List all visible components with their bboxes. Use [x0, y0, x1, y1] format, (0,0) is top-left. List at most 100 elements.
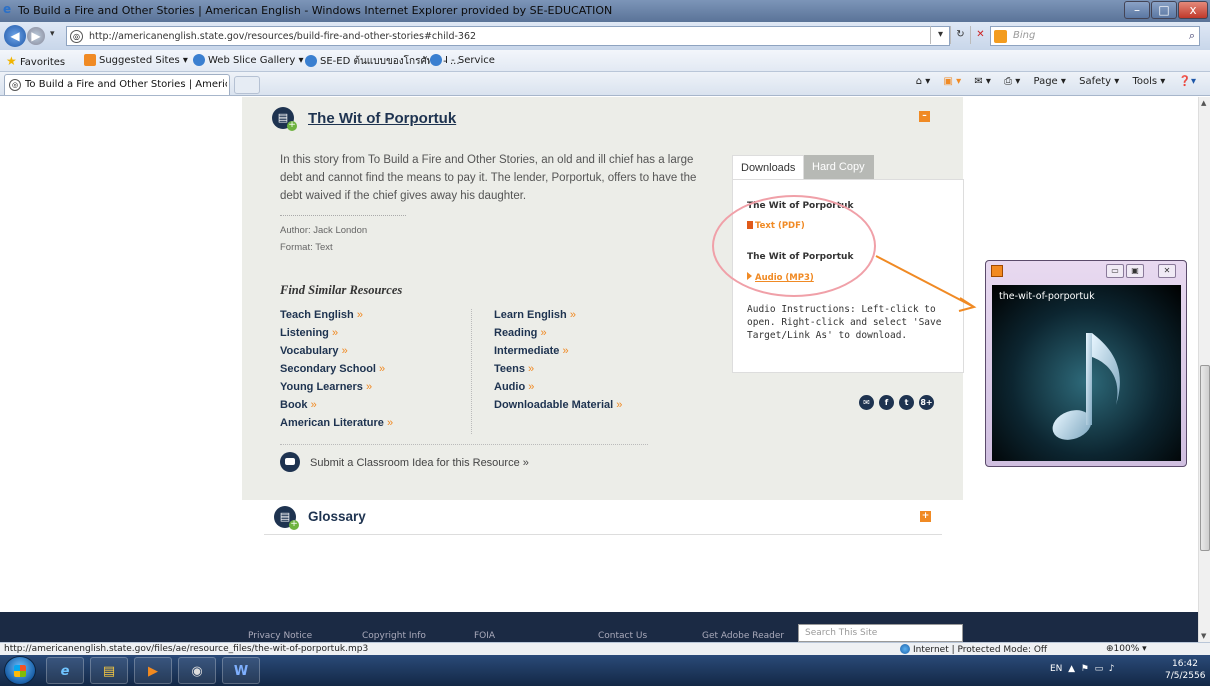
address-field[interactable]: ◎ http://americanenglish.state.gov/resou… [66, 26, 950, 46]
search-input[interactable]: Bing ⌕ [990, 26, 1200, 46]
site-favicon-icon: ◎ [9, 79, 21, 91]
command-bar: ⌂ ▾ ▣ ▾ ✉ ▾ ⎙ ▾ Page ▾ Safety ▾ Tools ▾ … [906, 76, 1196, 87]
ie-logo-icon: e [3, 2, 12, 16]
tools-menu[interactable]: Tools ▾ [1132, 76, 1165, 87]
taskbar: e ▤ ▶ ◉ W EN ▲ ⚑ ▭ ♪ 16:42 7/5/2556 [0, 655, 1210, 686]
browser-taskbar-icon[interactable]: ◉ [178, 657, 216, 684]
favorites-item-suggested[interactable]: Suggested Sites ▾ [84, 54, 188, 66]
scroll-down-icon[interactable]: ▼ [1201, 632, 1206, 640]
ie-taskbar-icon[interactable]: e [46, 657, 84, 684]
home-icon[interactable]: ⌂ ▾ [916, 76, 931, 87]
clock-time: 16:42 [1172, 659, 1198, 669]
back-button[interactable]: ◀ [4, 25, 26, 47]
footer-link-adobe[interactable]: Get Adobe Reader [702, 631, 784, 641]
safety-menu[interactable]: Safety ▾ [1079, 76, 1119, 87]
link-american-literature[interactable]: American Literature » [280, 417, 393, 435]
footer-link-privacy[interactable]: Privacy Notice [248, 631, 312, 641]
favorites-item-iservice[interactable]: I - Service [430, 54, 495, 66]
meta-divider [280, 215, 406, 216]
footer-link-foia[interactable]: FOIA [474, 631, 495, 641]
audio-instructions: Audio Instructions: Left-click to open. … [747, 304, 942, 341]
word-taskbar-icon[interactable]: W [222, 657, 260, 684]
link-downloadable-material[interactable]: Downloadable Material » [494, 399, 622, 417]
vertical-scrollbar[interactable]: ▲ ▼ [1198, 97, 1210, 642]
player-close-button[interactable]: ✕ [1158, 264, 1176, 278]
submit-idea-link[interactable]: Submit a Classroom Idea for this Resourc… [310, 457, 529, 469]
link-listening[interactable]: Listening » [280, 327, 393, 345]
link-reading[interactable]: Reading » [494, 327, 622, 345]
print-icon[interactable]: ⎙ ▾ [1004, 76, 1020, 87]
googleplus-share-icon[interactable]: 8+ [919, 395, 934, 410]
close-button[interactable]: x [1178, 1, 1208, 19]
search-icon[interactable]: ⌕ [1189, 29, 1195, 43]
tab-bar: ◎ To Build a Fire and Other Stories | Am… [0, 72, 1210, 96]
security-zone[interactable]: Internet | Protected Mode: Off [900, 644, 1047, 655]
facebook-share-icon[interactable]: f [879, 395, 894, 410]
find-similar-heading: Find Similar Resources [280, 283, 403, 297]
link-vocabulary[interactable]: Vocabulary » [280, 345, 393, 363]
link-audio[interactable]: Audio » [494, 381, 622, 399]
explorer-taskbar-icon[interactable]: ▤ [90, 657, 128, 684]
media-player-taskbar-icon[interactable]: ▶ [134, 657, 172, 684]
glossary-title[interactable]: Glossary [308, 509, 366, 524]
submit-divider [280, 444, 648, 445]
language-indicator[interactable]: EN [1050, 664, 1062, 674]
link-teens[interactable]: Teens » [494, 363, 622, 381]
favorites-bar: ★ Favorites Suggested Sites ▾ Web Slice … [0, 50, 1210, 72]
system-tray: EN ▲ ⚑ ▭ ♪ [1050, 664, 1115, 674]
favorites-item-web-slice[interactable]: Web Slice Gallery ▾ [193, 54, 304, 66]
clock[interactable]: 16:42 7/5/2556 [1165, 658, 1205, 682]
email-share-icon[interactable]: ✉ [859, 395, 874, 410]
expand-button[interactable]: + [920, 511, 931, 522]
resource-format: Format: Text [280, 242, 333, 253]
tab-downloads[interactable]: Downloads [732, 155, 804, 179]
music-note-icon [1052, 333, 1120, 440]
scrollbar-thumb[interactable] [1200, 365, 1210, 551]
start-button[interactable] [4, 656, 36, 685]
maximize-button[interactable]: □ [1151, 1, 1177, 19]
new-tab-button[interactable] [234, 76, 260, 94]
suggested-sites-icon [84, 54, 96, 66]
globe-icon [900, 644, 910, 654]
scroll-up-icon[interactable]: ▲ [1201, 99, 1206, 107]
search-placeholder: Bing [1013, 30, 1036, 41]
address-dropdown-icon[interactable]: ▾ [930, 26, 950, 44]
refresh-icon[interactable]: ↻ [950, 26, 970, 44]
address-toolbar: ◀ ▶ ▾ ◎ http://americanenglish.state.gov… [0, 22, 1210, 50]
forward-button[interactable]: ▶ [27, 27, 45, 45]
window-title-bar: e To Build a Fire and Other Stories | Am… [0, 0, 1210, 22]
site-footer: Privacy Notice Copyright Info FOIA Conta… [0, 612, 1198, 642]
player-restore-button[interactable]: ▣ [1126, 264, 1144, 278]
media-player-window[interactable]: ▭ ▣ ✕ the-wit-of-porportuk [985, 260, 1187, 467]
zoom-level[interactable]: ⊕100% ▾ [1106, 644, 1147, 654]
collapse-button[interactable]: – [919, 111, 930, 122]
link-book[interactable]: Book » [280, 399, 393, 417]
resource-description: In this story from To Build a Fire and O… [280, 154, 697, 202]
tab-active[interactable]: ◎ To Build a Fire and Other Stories | Am… [4, 74, 230, 95]
link-intermediate[interactable]: Intermediate » [494, 345, 622, 363]
page-menu[interactable]: Page ▾ [1034, 76, 1066, 87]
favorites-button[interactable]: ★ Favorites [6, 54, 65, 68]
help-icon[interactable]: ❓▾ [1179, 76, 1196, 87]
player-minimize-button[interactable]: ▭ [1106, 264, 1124, 278]
twitter-share-icon[interactable]: t [899, 395, 914, 410]
minimize-button[interactable]: – [1124, 1, 1150, 19]
link-learn-english[interactable]: Learn English » [494, 309, 622, 327]
link-secondary-school[interactable]: Secondary School » [280, 363, 393, 381]
link-young-learners[interactable]: Young Learners » [280, 381, 393, 399]
recent-pages-dropdown-icon[interactable]: ▾ [50, 29, 55, 39]
highlight-annotation-circle [712, 195, 876, 297]
stop-icon[interactable]: ✕ [970, 26, 990, 44]
resource-title[interactable]: The Wit of Porportuk [308, 110, 456, 127]
link-teach-english[interactable]: Teach English » [280, 309, 393, 327]
footer-search-input[interactable]: Search This Site [798, 624, 963, 642]
mail-icon[interactable]: ✉ ▾ [974, 76, 991, 87]
footer-link-contact[interactable]: Contact Us [598, 631, 647, 641]
footer-link-copyright[interactable]: Copyright Info [362, 631, 426, 641]
tab-label: To Build a Fire and Other Stories | Amer… [25, 79, 227, 90]
resource-panel: ▤ The Wit of Porportuk – In this story f… [242, 97, 964, 500]
clock-date: 7/5/2556 [1165, 671, 1206, 681]
tab-hard-copy[interactable]: Hard Copy [804, 155, 874, 179]
links-column-divider [471, 309, 472, 434]
feeds-icon[interactable]: ▣ ▾ [944, 76, 962, 87]
